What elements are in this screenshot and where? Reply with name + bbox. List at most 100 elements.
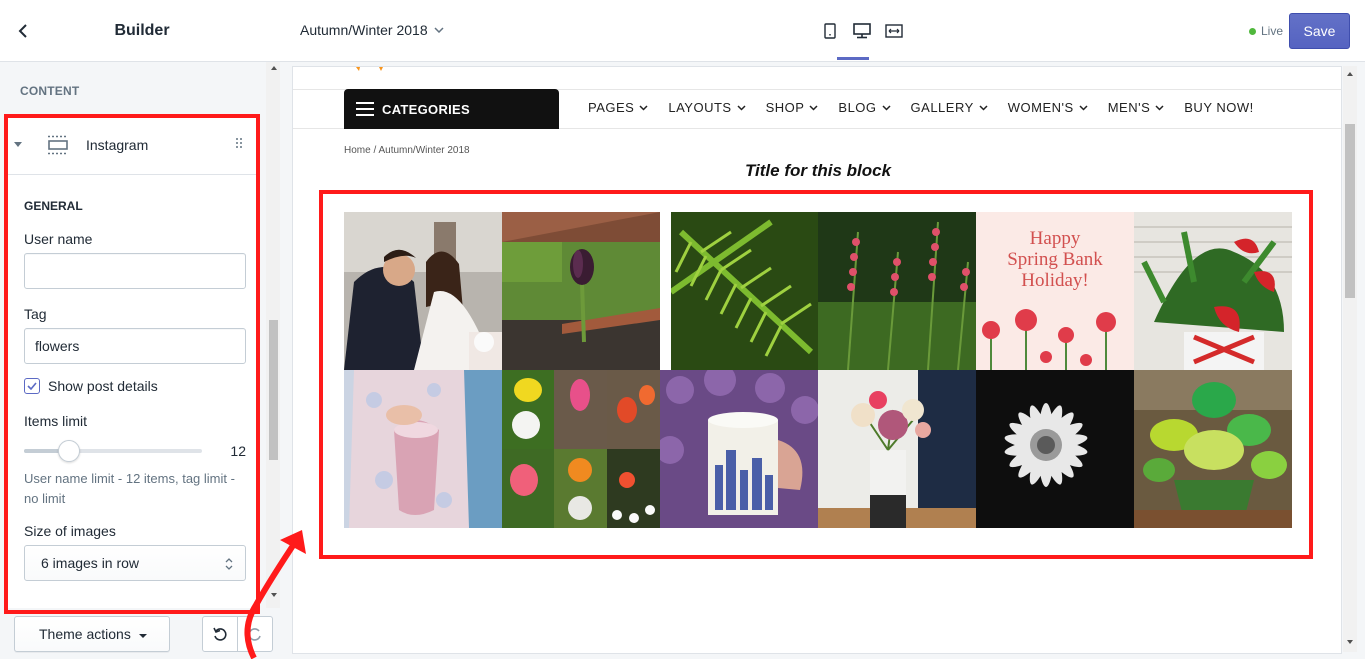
sidebar: Builder CONTENT Instagram GENERAL User n… [0,0,284,659]
logo-fragment [356,67,383,71]
device-switcher [814,20,910,42]
collapse-caret-icon[interactable] [14,142,22,147]
user-name-input[interactable] [24,253,246,289]
sidebar-title: Builder [114,21,170,39]
scrollbar-thumb[interactable] [1345,124,1355,298]
theme-actions-label: Theme actions [39,626,131,642]
tag-label: Tag [24,306,47,322]
show-post-details-row[interactable]: Show post details [24,378,250,394]
nav-item-pages[interactable]: PAGES [588,100,648,115]
red-anthurium-photo[interactable] [1134,212,1292,370]
redo-button[interactable] [237,616,273,652]
nav-item-label: PAGES [588,100,635,115]
items-limit-value: 12 [230,443,246,459]
scroll-down-icon[interactable] [271,593,277,597]
pink-flower-spikes-photo[interactable] [818,212,976,370]
preview-area: CATEGORIES PAGES LAYOUTS SHOP BLOG GALLERY WO… [284,62,1365,659]
live-status: Live [1249,24,1283,38]
caret-down-icon [139,634,147,638]
desktop-icon [853,23,871,39]
items-limit-slider-row: 12 [24,440,246,462]
tulip-collage-photo[interactable] [502,370,660,528]
chevron-down-icon [1079,104,1088,111]
nav-item-label: BLOG [838,100,877,115]
chevron-down-icon [882,104,891,111]
save-button[interactable]: Save [1289,13,1350,49]
undo-button[interactable] [202,616,238,652]
nav-item-label: LAYOUTS [668,100,732,115]
template-selector[interactable]: Autumn/Winter 2018 [300,22,444,38]
purple-tulip-photo[interactable] [502,212,660,370]
mobile-view-button[interactable] [814,20,846,42]
nav-item-gallery[interactable]: GALLERY [911,100,988,115]
show-post-details-label: Show post details [48,378,158,394]
block-title: Title for this block [744,161,892,180]
nav-item-blog[interactable]: BLOG [838,100,891,115]
rose-vase-photo[interactable] [818,370,976,528]
undo-icon [213,627,227,641]
theme-editor: Builder CONTENT Instagram GENERAL User n… [0,0,1365,659]
chevron-down-icon [809,104,818,111]
green-bouquet-photo[interactable] [1134,370,1292,528]
nav-item-buy-now[interactable]: BUY NOW! [1184,100,1254,115]
spring-bank-holiday-card[interactable]: Happy Spring Bank Holiday! [976,212,1134,370]
template-name: Autumn/Winter 2018 [300,22,428,38]
nav-item-shop[interactable]: SHOP [766,100,819,115]
chevron-down-icon [737,104,746,111]
sidebar-footer: Theme actions [0,608,284,659]
nav-item-women-s[interactable]: WOMEN'S [1008,100,1088,115]
nav-item-label: BUY NOW! [1184,100,1254,115]
categories-label: CATEGORIES [382,101,470,117]
main-nav: PAGES LAYOUTS SHOP BLOG GALLERY WOMEN'S MEN'S B… [588,100,1254,115]
block-name: Instagram [86,137,149,153]
scrollbar-thumb[interactable] [269,320,278,460]
user-name-label: User name [24,231,93,247]
live-label: Live [1261,24,1284,38]
mug-lilac-photo[interactable] [660,370,818,528]
checkmark-icon [27,382,37,390]
size-of-images-select[interactable]: 6 images in row [24,545,246,581]
back-button[interactable] [0,0,46,62]
mobile-icon [824,23,836,39]
pastel-dress-photo[interactable] [344,370,502,528]
nav-item-layouts[interactable]: LAYOUTS [668,100,746,115]
fullscreen-view-button[interactable] [878,20,910,42]
theme-actions-button[interactable]: Theme actions [14,616,170,652]
section-title: CONTENT [20,84,80,98]
preview-scrollbar[interactable] [1343,66,1357,652]
scroll-up-icon[interactable] [1347,72,1353,76]
size-of-images-value: 6 images in row [41,555,140,571]
green-fern-photo[interactable] [671,212,819,370]
tag-input[interactable] [24,328,246,364]
live-dot-icon [1249,27,1256,35]
desktop-view-button[interactable] [846,20,878,42]
categories-menu-button[interactable]: CATEGORIES [344,89,559,129]
slider-thumb[interactable] [57,440,80,462]
size-of-images-label: Size of images [24,523,116,539]
scroll-up-icon[interactable] [271,66,277,70]
storefront-preview[interactable]: CATEGORIES PAGES LAYOUTS SHOP BLOG GALLERY WO… [292,66,1342,654]
active-device-indicator [837,57,869,60]
breadcrumb: Home / Autumn/Winter 2018 [344,145,470,156]
hamburger-icon [356,102,374,116]
sidebar-scrollbar[interactable] [266,62,280,608]
chevron-down-icon [639,104,648,111]
block-header[interactable]: Instagram [8,115,258,175]
svg-text:Happy: Happy [1030,228,1081,249]
nav-item-men-s[interactable]: MEN'S [1108,100,1165,115]
scroll-down-icon[interactable] [1347,640,1353,644]
items-limit-slider[interactable] [24,440,202,462]
chevron-down-icon [1155,104,1164,111]
show-post-details-checkbox[interactable] [24,378,40,394]
items-limit-label: Items limit [24,413,87,429]
wedding-couple-photo[interactable] [344,212,502,370]
nav-item-label: WOMEN'S [1007,100,1074,115]
top-bar: Autumn/Winter 2018 Live Save [284,0,1365,62]
drag-handle-icon[interactable] [236,138,244,152]
general-heading: GENERAL [24,199,83,213]
white-daisy-bw-photo[interactable] [976,370,1134,528]
nav-item-label: MEN'S [1107,100,1151,115]
nav-item-label: GALLERY [910,100,974,115]
chevron-down-icon [434,27,444,33]
limit-help-text: User name limit - 12 items, tag limit - … [24,471,235,506]
